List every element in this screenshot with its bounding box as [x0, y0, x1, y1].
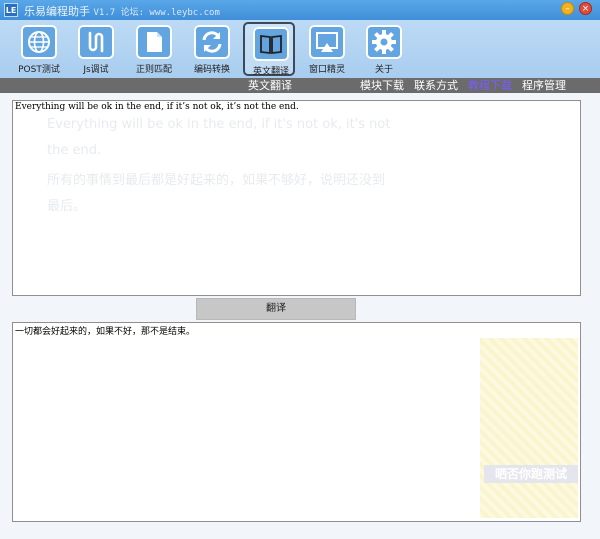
window-title: 乐易编程助手 V1.7 论坛: www.leybc.com	[24, 3, 220, 19]
menu-link-program-manage[interactable]: 程序管理	[522, 78, 566, 93]
tool-about[interactable]: 关于	[358, 22, 410, 76]
menu-link-tutorial-download[interactable]: 教程下载	[468, 78, 512, 93]
toolbar: POST测试 Js调试 正则匹配 编码转换 英文翻译 窗口精灵 关于	[0, 20, 600, 78]
refresh-icon	[194, 25, 230, 59]
translate-button[interactable]: 翻译	[196, 298, 356, 320]
app-logo-icon: LE	[4, 3, 18, 17]
source-text-area[interactable]: Everything will be ok in the end, if it’…	[12, 100, 581, 296]
app-window: LE 乐易编程助手 V1.7 论坛: www.leybc.com – × POS…	[0, 0, 600, 539]
menu-link-contact[interactable]: 联系方式	[414, 78, 458, 93]
ghost-watermark-line: Everything will be ok in the end, if it'…	[47, 117, 391, 132]
app-name: 乐易编程助手	[24, 5, 90, 18]
tool-label: 窗口精灵	[308, 65, 345, 75]
tool-window-spy[interactable]: 窗口精灵	[301, 22, 353, 76]
ghost-ad-caption: 晒否你跑测试	[484, 465, 578, 483]
tool-label: Js调试	[83, 65, 109, 75]
brackets-icon	[78, 25, 114, 59]
minimize-button[interactable]: –	[561, 2, 574, 15]
close-button[interactable]: ×	[579, 2, 592, 15]
current-section-label: 英文翻译	[248, 79, 292, 92]
tool-encoding-convert[interactable]: 编码转换	[186, 22, 238, 76]
ghost-ad-image	[480, 338, 578, 518]
title-bar: LE 乐易编程助手 V1.7 论坛: www.leybc.com – ×	[0, 0, 600, 20]
menu-strip: 英文翻译 模块下载 联系方式 教程下载 程序管理	[0, 78, 600, 93]
menu-link-module-download[interactable]: 模块下载	[360, 78, 404, 93]
tool-label: 正则匹配	[135, 65, 172, 75]
tool-post-test[interactable]: POST测试	[13, 22, 65, 76]
gear-icon	[366, 25, 402, 59]
result-text: 一切都会好起来的，如果不好，那不是结束。	[15, 327, 196, 337]
tool-english-translate[interactable]: 英文翻译	[243, 22, 295, 77]
tool-label: 英文翻译	[252, 67, 289, 77]
tool-label: 关于	[374, 65, 393, 75]
book-icon	[253, 27, 289, 61]
ghost-watermark-line: the end.	[47, 143, 102, 158]
tool-label: POST测试	[18, 65, 60, 75]
tool-regex-match[interactable]: 正则匹配	[128, 22, 180, 76]
source-text: Everything will be ok in the end, if it’…	[15, 102, 299, 112]
ghost-watermark-line: 最后。	[47, 199, 87, 214]
tool-label: 编码转换	[193, 65, 230, 75]
globe-icon	[21, 25, 57, 59]
window-icon	[309, 25, 345, 59]
ghost-watermark-line: 所有的事情到最后都是好起来的，如果不够好，说明还没到	[47, 173, 386, 188]
document-icon	[136, 25, 172, 59]
version-forum: V1.7 论坛: www.leybc.com	[93, 8, 220, 18]
tool-js-debug[interactable]: Js调试	[70, 22, 122, 76]
